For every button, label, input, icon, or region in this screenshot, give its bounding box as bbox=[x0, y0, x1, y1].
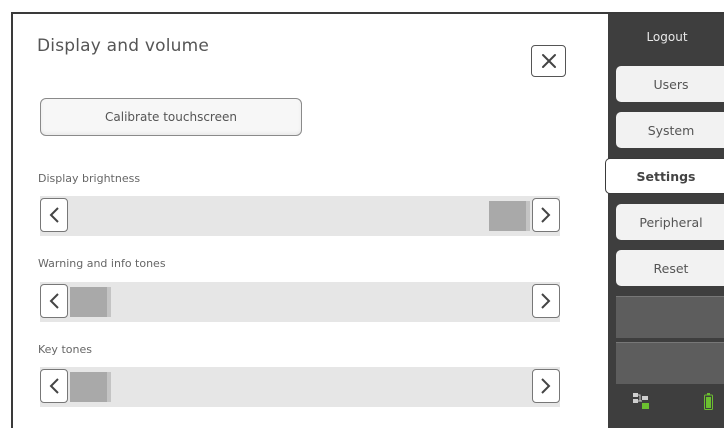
nav-empty-slot bbox=[616, 296, 724, 338]
slider-range bbox=[70, 196, 530, 236]
tab-settings[interactable]: Settings bbox=[605, 158, 724, 194]
brightness-decrease-button[interactable] bbox=[40, 198, 68, 232]
key-tones-decrease-button[interactable] bbox=[40, 369, 68, 403]
chevron-left-icon bbox=[49, 207, 59, 223]
warning-tones-increase-button[interactable] bbox=[532, 284, 560, 318]
warning-tones-decrease-button[interactable] bbox=[40, 284, 68, 318]
device-screen: Display and volume Calibrate touchscreen… bbox=[11, 12, 724, 428]
tab-users[interactable]: Users bbox=[616, 66, 724, 102]
display-brightness-label: Display brightness bbox=[38, 172, 141, 185]
slider-thumb[interactable] bbox=[489, 201, 530, 231]
brightness-increase-button[interactable] bbox=[532, 198, 560, 232]
key-tones-slider[interactable] bbox=[40, 367, 560, 407]
tab-system[interactable]: System bbox=[616, 112, 724, 148]
key-tones-label: Key tones bbox=[38, 343, 92, 356]
chevron-left-icon bbox=[49, 378, 59, 394]
slider-range bbox=[70, 367, 530, 407]
network-status-icon bbox=[633, 393, 649, 409]
close-button[interactable] bbox=[531, 45, 566, 77]
chevron-right-icon bbox=[541, 378, 551, 394]
chevron-right-icon bbox=[541, 293, 551, 309]
chevron-left-icon bbox=[49, 293, 59, 309]
battery-icon bbox=[704, 393, 713, 410]
chevron-right-icon bbox=[541, 207, 551, 223]
slider-thumb[interactable] bbox=[70, 287, 111, 317]
close-icon bbox=[541, 54, 556, 68]
sidebar-nav: Logout Users System Settings Peripheral … bbox=[605, 14, 724, 428]
slider-thumb[interactable] bbox=[70, 372, 111, 402]
display-volume-panel: Display and volume Calibrate touchscreen… bbox=[13, 14, 608, 428]
calibrate-touchscreen-button[interactable]: Calibrate touchscreen bbox=[40, 98, 302, 136]
slider-range bbox=[70, 282, 530, 322]
tab-reset[interactable]: Reset bbox=[616, 250, 724, 286]
display-brightness-slider[interactable] bbox=[40, 196, 560, 236]
warning-tones-label: Warning and info tones bbox=[38, 257, 166, 270]
page-title: Display and volume bbox=[37, 36, 210, 56]
logout-button[interactable]: Logout bbox=[608, 14, 724, 59]
warning-tones-slider[interactable] bbox=[40, 282, 560, 322]
tab-peripheral[interactable]: Peripheral bbox=[616, 204, 724, 240]
nav-empty-slot bbox=[616, 342, 724, 384]
key-tones-increase-button[interactable] bbox=[532, 369, 560, 403]
